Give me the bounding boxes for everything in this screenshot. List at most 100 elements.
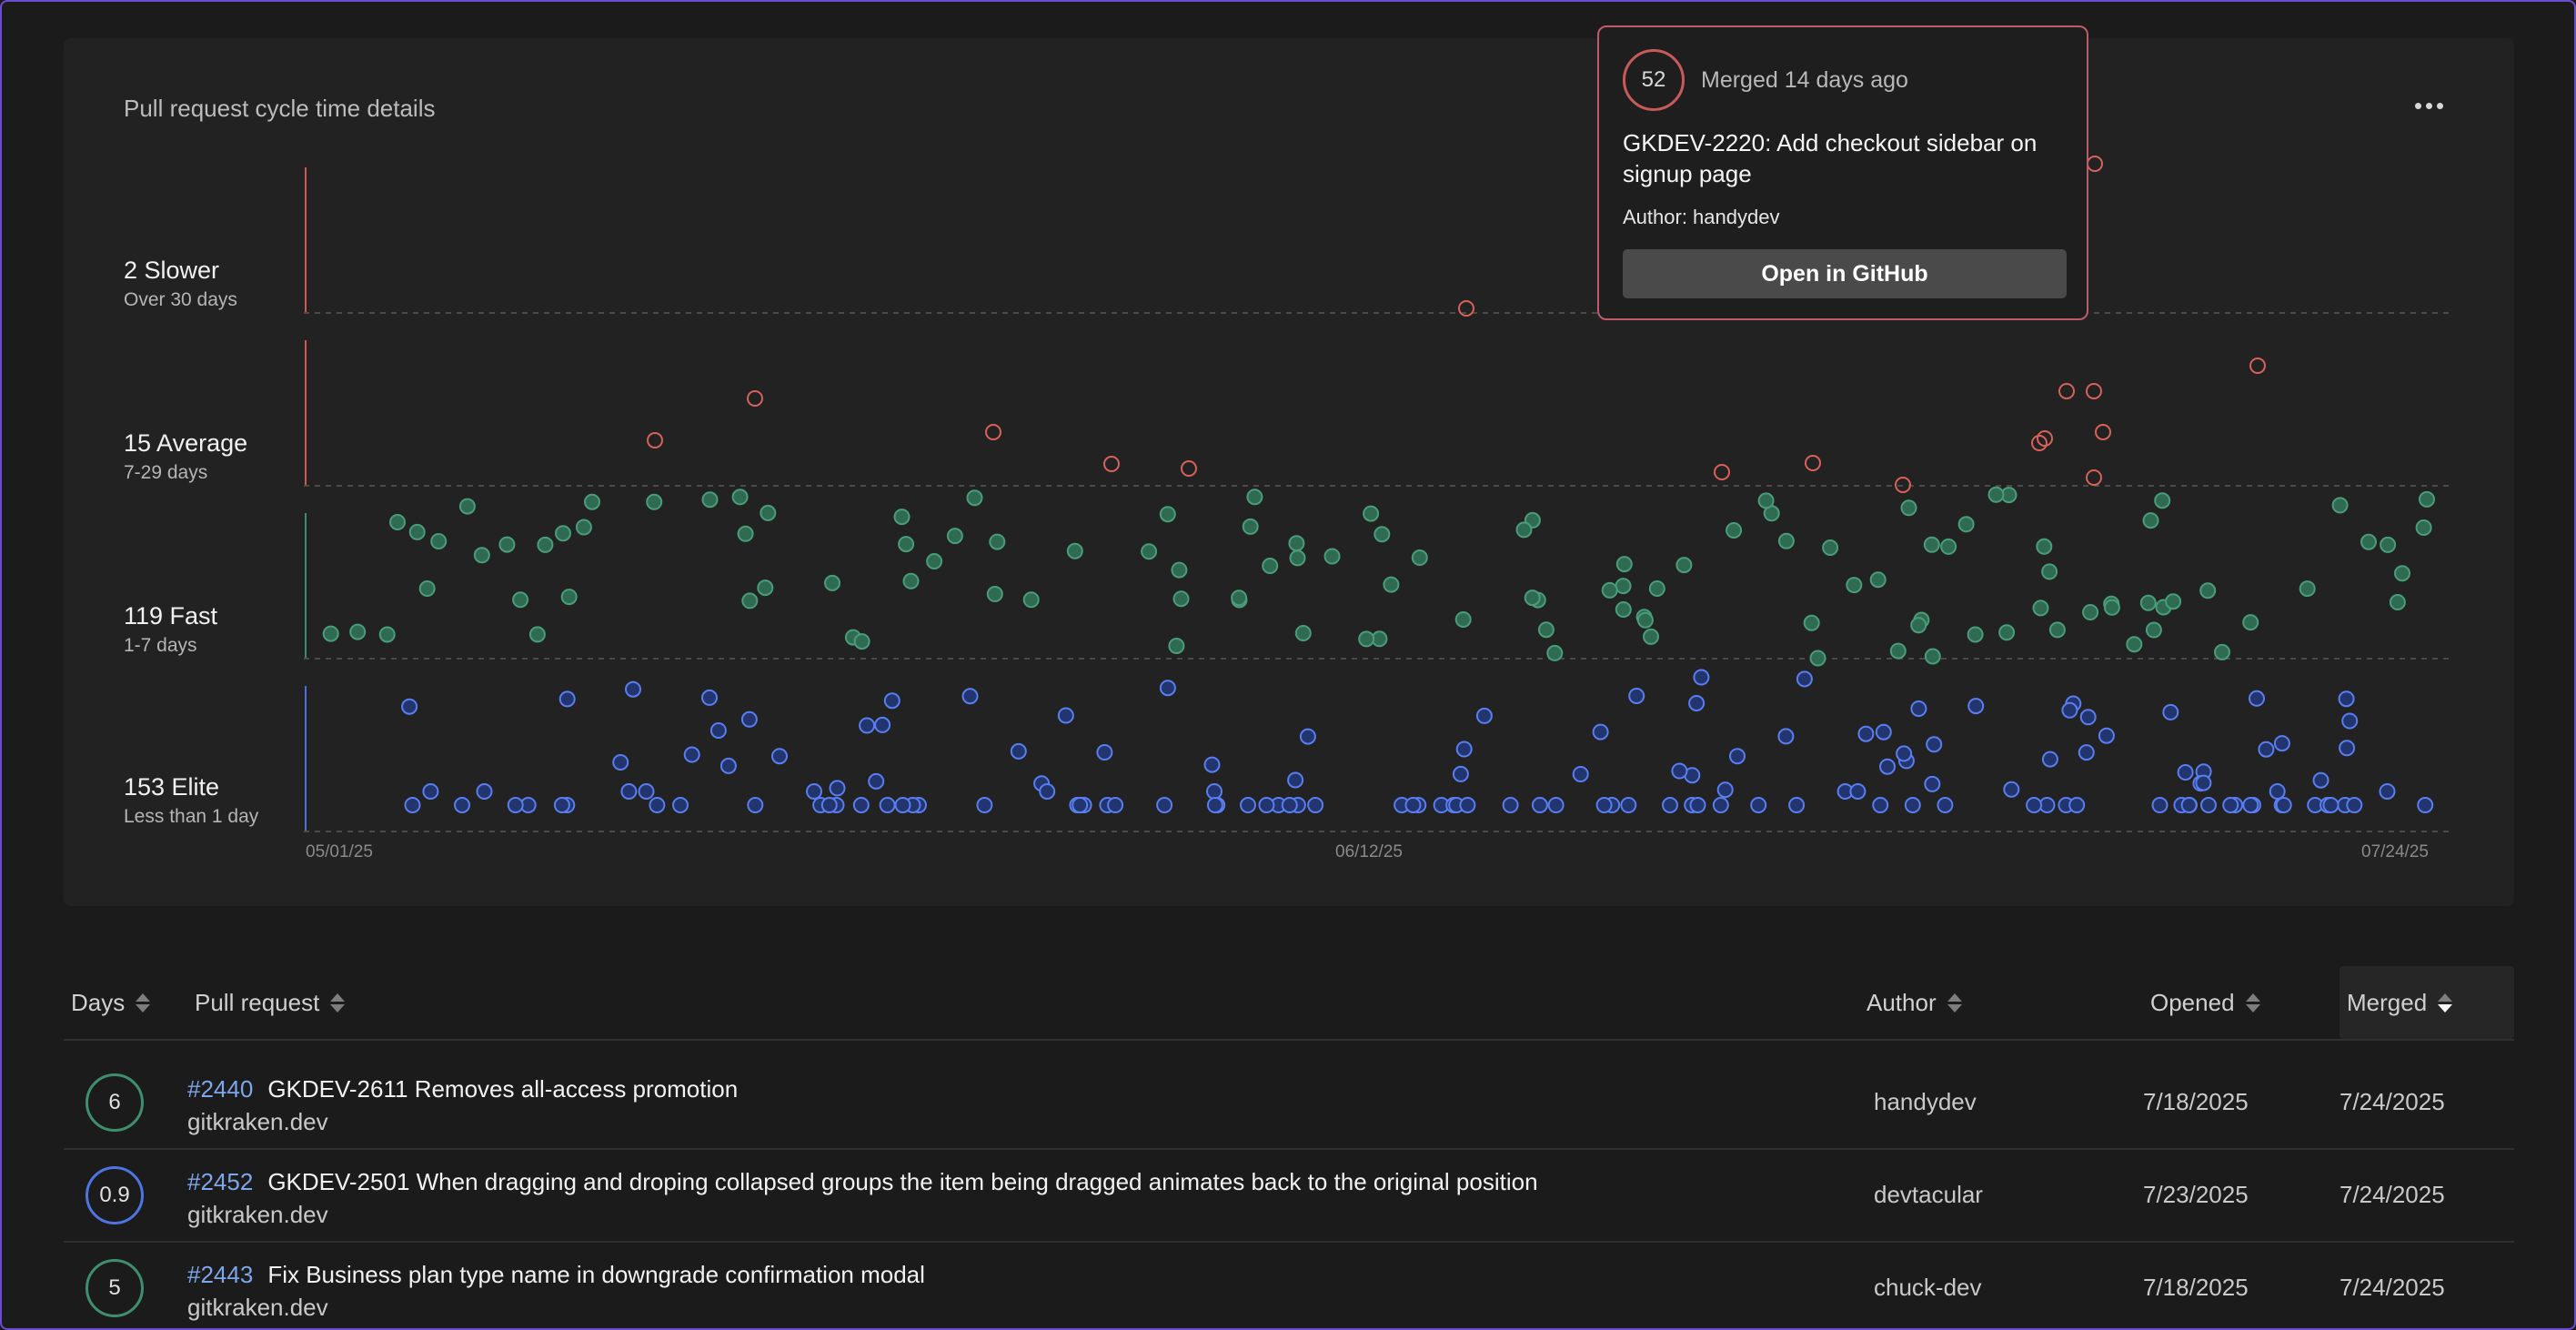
scatter-point-elite[interactable] [2003,781,2020,798]
scatter-point-elite[interactable] [1924,775,1941,792]
scatter-point-fast[interactable] [1168,638,1185,654]
scatter-point-elite[interactable] [1039,783,1056,800]
scatter-point-fast[interactable] [1924,648,1941,665]
scatter-point-elite[interactable] [1849,783,1867,800]
scatter-point-elite[interactable] [740,710,758,728]
scatter-point-elite[interactable] [1455,741,1473,758]
scatter-point-elite[interactable] [1620,797,1637,813]
scatter-point-fast[interactable] [902,572,920,589]
scatter-point-fast[interactable] [1940,538,1957,555]
scatter-point-elite[interactable] [852,797,870,813]
scatter-point-elite[interactable] [1872,797,1889,813]
scatter-point-fast[interactable] [1643,628,1659,645]
scatter-point-fast[interactable] [2082,604,2099,620]
scatter-point-elite[interactable] [2269,783,2286,800]
scatter-point-elite[interactable] [1857,725,1875,742]
scatter-point-fast[interactable] [2214,643,2230,660]
table-row[interactable]: 5 #2443 Fix Business plan type name in do… [64,1243,2514,1328]
scatter-point-average[interactable] [2058,383,2075,399]
scatter-point-fast[interactable] [1294,625,1312,641]
scatter-point-elite[interactable] [625,680,641,698]
scatter-point-fast[interactable] [1546,644,1564,661]
scatter-point-elite[interactable] [2346,797,2363,813]
scatter-point-fast[interactable] [1846,577,1863,594]
scatter-point-average[interactable] [747,390,763,407]
scatter-point-elite[interactable] [2061,701,2078,719]
scatter-point-fast[interactable] [986,586,1003,602]
scatter-point-fast[interactable] [1636,611,1654,629]
scatter-point-fast[interactable] [1524,589,1541,607]
scatter-point-elite[interactable] [820,797,838,813]
scatter-point-elite[interactable] [2417,797,2434,813]
scatter-point-fast[interactable] [537,536,554,553]
scatter-point-elite[interactable] [422,783,439,800]
scatter-point-elite[interactable] [1688,695,1706,711]
scatter-point-elite[interactable] [1729,748,1746,765]
scatter-point-fast[interactable] [1967,626,1984,643]
scatter-point-elite[interactable] [683,746,700,763]
scatter-point-elite[interactable] [1592,723,1609,741]
scatter-point-fast[interactable] [1675,557,1693,574]
scatter-point-fast[interactable] [389,514,406,530]
scatter-point-elite[interactable] [868,772,885,790]
scatter-point-elite[interactable] [2338,690,2355,708]
scatter-point-fast[interactable] [824,574,840,591]
scatter-point-fast[interactable] [2145,621,2162,639]
scatter-point-fast[interactable] [2041,563,2058,580]
scatter-point-fast[interactable] [1998,624,2016,641]
scatter-point-elite[interactable] [2242,797,2259,813]
scatter-point-fast[interactable] [1987,486,2005,503]
scatter-point-fast[interactable] [2389,594,2406,610]
scatter-point-elite[interactable] [404,797,421,813]
scatter-point-fast[interactable] [701,491,719,509]
scatter-point-elite[interactable] [806,783,822,800]
scatter-point-fast[interactable] [893,509,911,526]
scatter-point-fast[interactable] [1374,526,1391,543]
scatter-point-elite[interactable] [558,690,576,708]
scatter-point-fast[interactable] [946,528,963,545]
scatter-point-elite[interactable] [1547,797,1565,813]
scatter-point-fast[interactable] [2126,636,2143,653]
scatter-point-fast[interactable] [2048,621,2066,639]
scatter-point-elite[interactable] [612,754,629,771]
scatter-point-elite[interactable] [1459,797,1476,813]
scatter-point-fast[interactable] [1777,532,1795,549]
column-header-opened[interactable]: Opened [2150,966,2260,1039]
scatter-point-fast[interactable] [1358,630,1375,648]
scatter-point-average[interactable] [1181,460,1197,477]
scatter-point-elite[interactable] [507,797,524,813]
scatter-point-elite[interactable] [1879,758,1896,775]
scatter-point-fast[interactable] [408,523,426,540]
scatter-point-fast[interactable] [2139,594,2157,611]
scatter-point-elite[interactable] [2341,712,2359,730]
scatter-point-fast[interactable] [2394,565,2410,582]
scatter-point-fast[interactable] [1757,492,1775,509]
scatter-point-elite[interactable] [649,797,666,813]
scatter-point-fast[interactable] [498,536,516,553]
scatter-point-elite[interactable] [2068,797,2086,813]
scatter-point-elite[interactable] [1967,698,1985,715]
scatter-point-elite[interactable] [1072,797,1089,813]
scatter-point-fast[interactable] [575,519,592,536]
scatter-point-elite[interactable] [2200,797,2217,813]
scatter-point-fast[interactable] [2032,600,2049,617]
scatter-point-elite[interactable] [1203,756,1221,773]
scatter-point-elite[interactable] [2162,703,2179,720]
scatter-point-elite[interactable] [1937,797,1954,813]
scatter-point-fast[interactable] [2360,533,2377,550]
scatter-point-elite[interactable] [1206,797,1223,813]
scatter-point-average[interactable] [2249,358,2266,374]
scatter-point-elite[interactable] [2026,797,2043,813]
scatter-point-elite[interactable] [1671,762,1688,780]
column-header-merged[interactable]: Merged [2340,966,2514,1039]
scatter-point-elite[interactable] [1595,797,1613,813]
scatter-point-fast[interactable] [1288,535,1305,552]
scatter-point-elite[interactable] [2151,797,2168,813]
scatter-point-elite[interactable] [879,797,896,813]
scatter-point-average[interactable] [2086,469,2102,486]
scatter-point-elite[interactable] [2041,751,2058,768]
scatter-point-elite[interactable] [2180,797,2198,813]
scatter-point-elite[interactable] [1750,797,1767,813]
scatter-point-elite[interactable] [1531,797,1548,813]
scatter-point-fast[interactable] [1383,576,1400,593]
